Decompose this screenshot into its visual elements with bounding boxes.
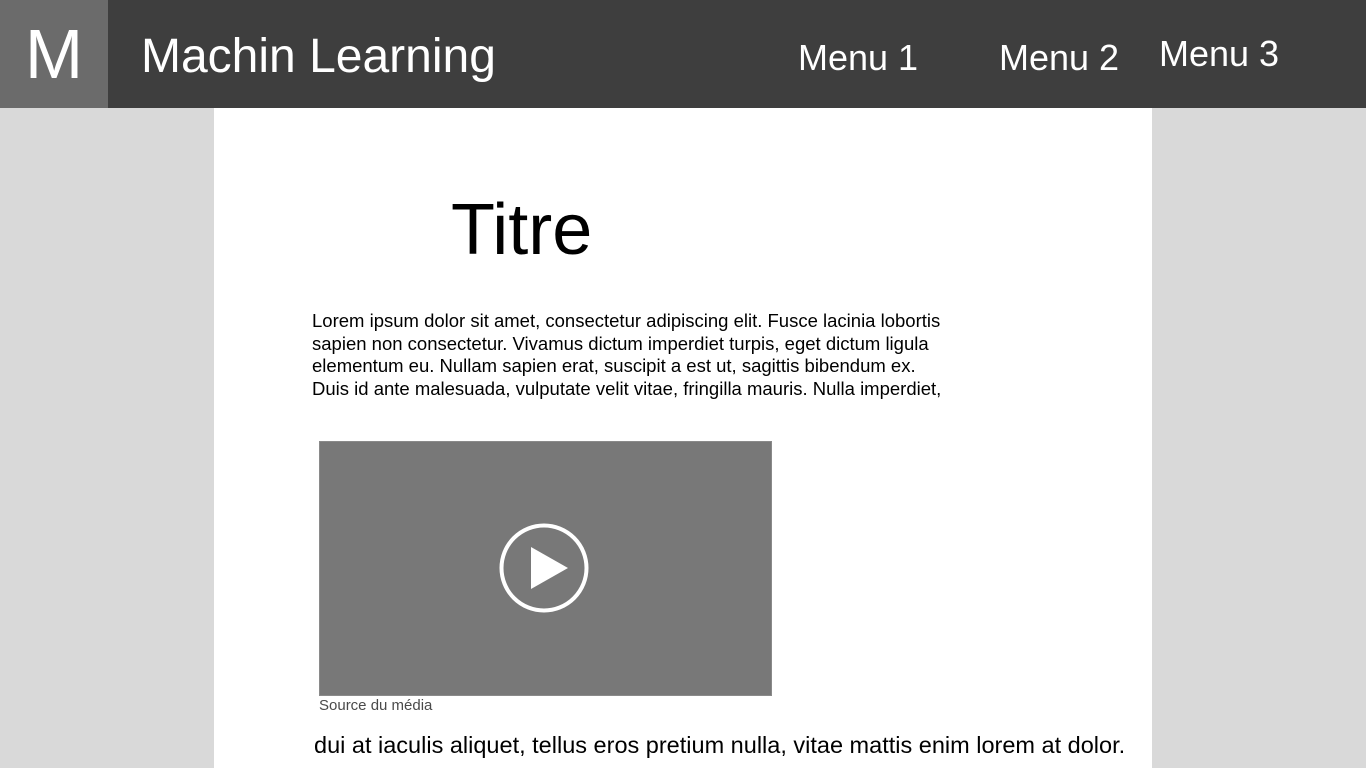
nav-menu-3[interactable]: Menu 3 [1159, 34, 1279, 74]
body-line: dui at iaculis aliquet, tellus eros pret… [314, 732, 1126, 758]
play-icon[interactable] [499, 523, 589, 613]
intro-line: Lorem ipsum dolor sit amet, consectetur … [312, 310, 941, 331]
intro-paragraph: Lorem ipsum dolor sit amet, consectetur … [312, 310, 992, 400]
site-logo[interactable]: M [0, 0, 108, 108]
intro-line: Duis id ante malesuada, vulputate velit … [312, 377, 942, 399]
body-paragraph: dui at iaculis aliquet, tellus eros pret… [314, 732, 1152, 759]
site-title[interactable]: Machin Learning [141, 29, 496, 85]
main-content: Titre Lorem ipsum dolor sit amet, consec… [214, 108, 1152, 768]
page-title: Titre [451, 190, 593, 270]
video-player[interactable] [319, 441, 772, 696]
top-navigation-bar: M Machin Learning Menu 1 Menu 2 Menu 3 [0, 0, 1366, 108]
media-caption: Source du média [319, 697, 433, 714]
intro-line: elementum eu. Nullam sapien erat, suscip… [312, 355, 916, 376]
nav-menu-1[interactable]: Menu 1 [798, 38, 918, 78]
intro-line: sapien non consectetur. Vivamus dictum i… [312, 332, 929, 354]
nav-menu-2[interactable]: Menu 2 [999, 38, 1119, 78]
